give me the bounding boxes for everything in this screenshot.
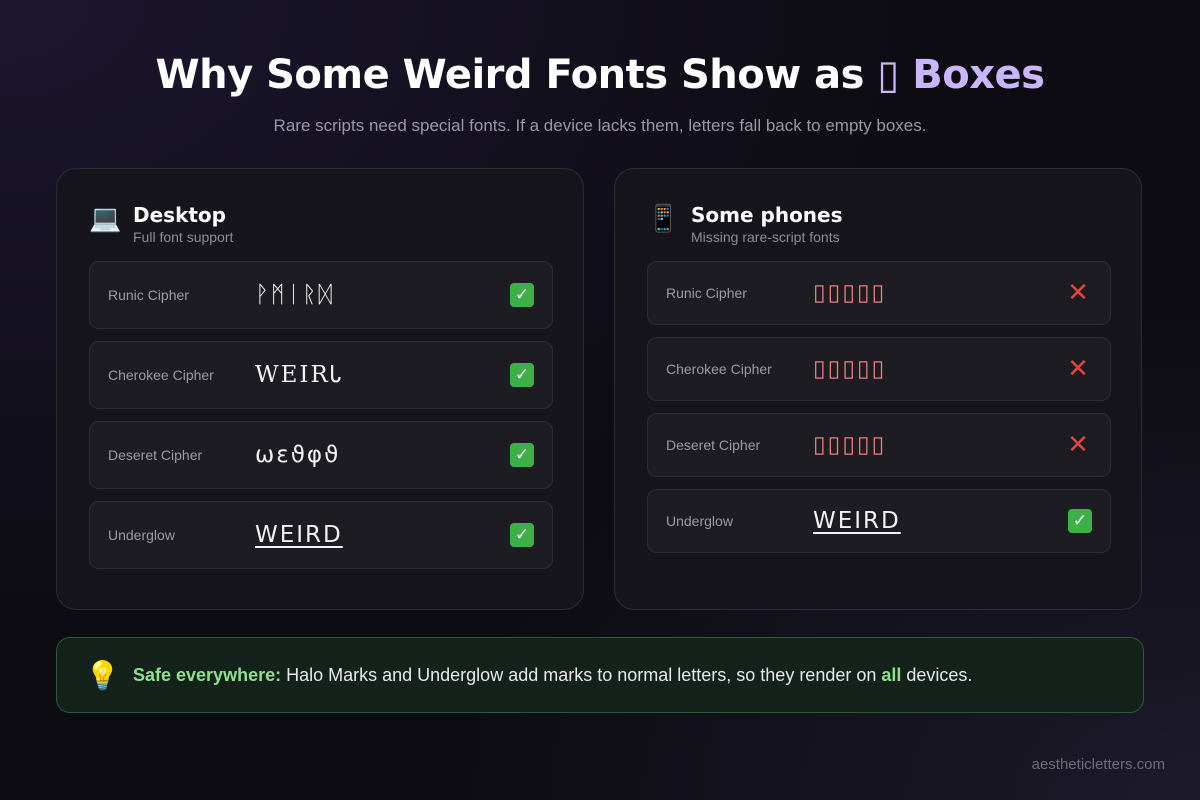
row-sample: ▯▯▯▯▯: [813, 280, 887, 306]
row-sample: ᚹᛗᛁᚱᛞ: [255, 282, 335, 308]
laptop-icon: 💻: [89, 204, 122, 234]
row-label: Underglow: [108, 527, 175, 543]
panel-subtitle: Missing rare-script fonts: [691, 229, 840, 245]
row-sample: ▯▯▯▯▯: [813, 432, 887, 458]
row-sample: WEIRD: [255, 522, 343, 548]
row-label: Cherokee Cipher: [666, 361, 772, 377]
font-row-deseret: Deseret Cipher ▯▯▯▯▯ ✕: [647, 413, 1111, 477]
phones-panel: 📱 Some phones Missing rare-script fonts …: [614, 168, 1142, 610]
font-row-cherokee: Cherokee Cipher WEIRᏓ ✓: [89, 341, 553, 409]
row-label: Cherokee Cipher: [108, 367, 214, 383]
row-sample: WEIRᏓ: [255, 362, 344, 388]
font-row-underglow: Underglow WEIRD ✓: [89, 501, 553, 569]
font-row-runic: Runic Cipher ▯▯▯▯▯ ✕: [647, 261, 1111, 325]
tip-body: Halo Marks and Underglow add marks to no…: [281, 664, 882, 685]
row-label: Runic Cipher: [666, 285, 747, 301]
cross-icon: ✕: [1067, 430, 1089, 460]
cross-icon: ✕: [1067, 354, 1089, 384]
panel-title: Some phones: [691, 203, 843, 227]
row-sample: WEIRD: [813, 508, 901, 534]
page-subtitle: Rare scripts need special fonts. If a de…: [273, 116, 927, 135]
underglow-text: WEIRD: [813, 508, 901, 534]
panel-header: 📱 Some phones Missing rare-script fonts: [647, 203, 843, 246]
font-row-underglow: Underglow WEIRD ✓: [647, 489, 1111, 553]
check-icon: ✓: [510, 283, 534, 307]
row-label: Deseret Cipher: [108, 447, 203, 463]
font-row-cherokee: Cherokee Cipher ▯▯▯▯▯ ✕: [647, 337, 1111, 401]
font-row-deseret: Deseret Cipher ωεϑφϑ ✓: [89, 421, 553, 489]
font-row-runic: Runic Cipher ᚹᛗᛁᚱᛞ ✓: [89, 261, 553, 329]
site-credit: aestheticletters.com: [1031, 756, 1165, 773]
panel-title: Desktop: [133, 203, 226, 227]
title-accent: ▯ Boxes: [877, 52, 1045, 98]
check-icon: ✓: [1068, 509, 1092, 533]
title-main: Why Some Weird Fonts Show as: [155, 52, 865, 98]
cross-icon: ✕: [1067, 278, 1089, 308]
row-label: Deseret Cipher: [666, 437, 761, 453]
tip-emphasis: all: [881, 664, 902, 685]
underglow-text: WEIRD: [255, 522, 343, 548]
check-icon: ✓: [510, 523, 534, 547]
row-sample: ▯▯▯▯▯: [813, 356, 887, 382]
tip-banner: 💡 Safe everywhere: Halo Marks and Underg…: [56, 637, 1144, 713]
panel-subtitle: Full font support: [133, 229, 234, 245]
row-label: Runic Cipher: [108, 287, 189, 303]
row-sample: ωεϑφϑ: [255, 442, 341, 468]
desktop-panel: 💻 Desktop Full font support Runic Cipher…: [56, 168, 584, 610]
row-label: Underglow: [666, 513, 733, 529]
lightbulb-icon: 💡: [85, 658, 120, 692]
phone-icon: 📱: [647, 204, 680, 234]
tip-text: Safe everywhere: Halo Marks and Underglo…: [133, 665, 972, 686]
check-icon: ✓: [510, 363, 534, 387]
tip-tail: devices.: [901, 664, 973, 685]
tip-lead: Safe everywhere:: [133, 664, 282, 685]
page-title: Why Some Weird Fonts Show as ▯ Boxes: [0, 52, 1200, 98]
panel-header: 💻 Desktop Full font support: [89, 203, 233, 246]
check-icon: ✓: [510, 443, 534, 467]
